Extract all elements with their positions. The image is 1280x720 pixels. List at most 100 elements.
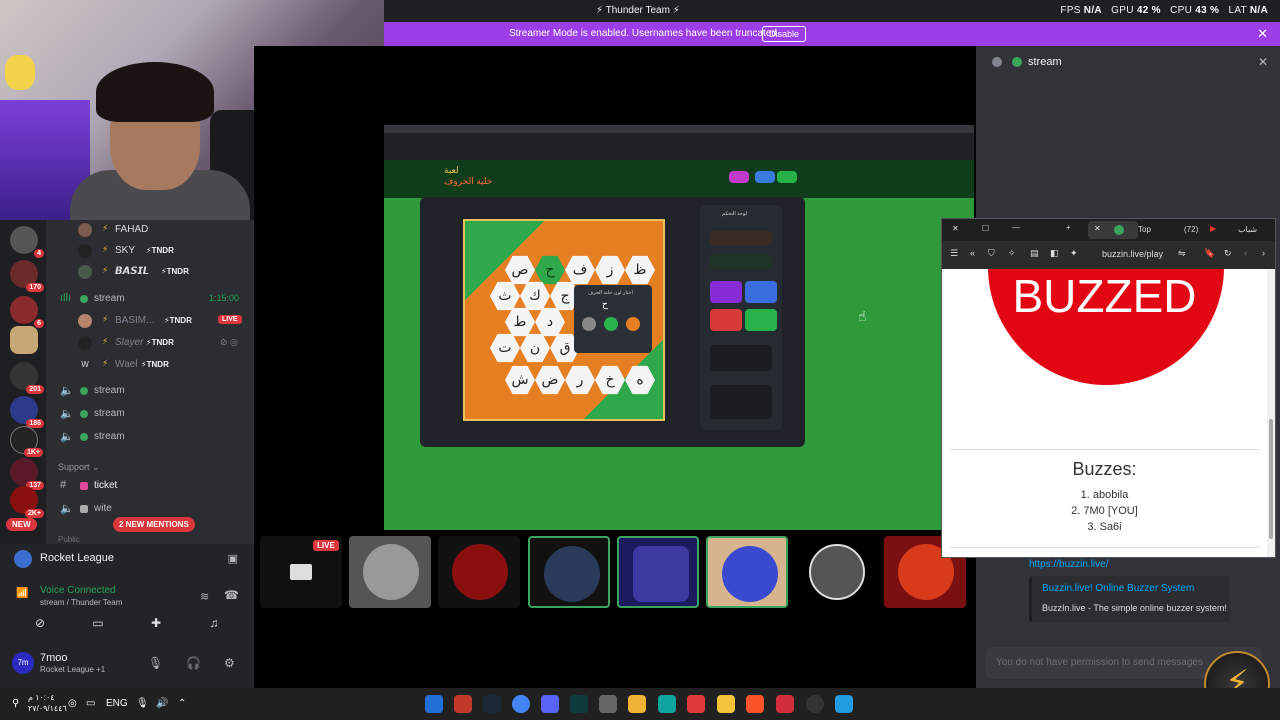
text-channel-ticket[interactable]: # ticket [46, 476, 254, 496]
folder-icon[interactable] [717, 695, 735, 713]
chat-link[interactable]: https://buzzin.live/ [1029, 559, 1108, 570]
voice-channel-stream[interactable]: 🔈 stream [46, 427, 254, 447]
url-field[interactable]: buzzin.live/play [1102, 249, 1163, 259]
tab-count[interactable]: (72) [1184, 225, 1198, 234]
server-icon[interactable] [10, 326, 38, 354]
close-icon[interactable]: ✕ [1257, 26, 1268, 42]
steam-icon[interactable] [483, 695, 501, 713]
terminal-icon[interactable] [570, 695, 588, 713]
youtube-icon[interactable]: ▶ [1210, 224, 1216, 233]
extension-icon[interactable]: ✧ [1008, 248, 1016, 259]
menu-icon[interactable]: ☰ [950, 248, 958, 259]
new-mentions-pill[interactable]: 2 NEW MENTIONS [113, 517, 195, 532]
search-icon[interactable] [806, 695, 824, 713]
close-tab-icon[interactable]: ✕ [1094, 224, 1101, 233]
microphone-icon[interactable]: 🎙 [148, 656, 163, 670]
chevron-up-icon[interactable]: ⌃ [178, 698, 186, 709]
tab-title-arabic[interactable]: شباب [1238, 225, 1257, 234]
avatar[interactable]: 7m [12, 652, 34, 674]
active-tab[interactable]: ✕ [1088, 221, 1138, 239]
sidebar-icon[interactable]: ◧ [1050, 248, 1059, 259]
participant-tile[interactable] [438, 536, 520, 608]
screen-share-icon[interactable]: ▭ [86, 616, 110, 638]
participant-tile[interactable] [349, 536, 431, 608]
server-icon[interactable]: 137 [10, 458, 44, 490]
voice-user[interactable]: ⚡ Slayer ⚡TNDR ⊘ ◎ [46, 333, 254, 353]
participant-tile[interactable] [706, 536, 788, 608]
chat-bubble-icon [992, 57, 1002, 67]
voice-user[interactable]: W ⚡ Wael ⚡TNDR [46, 355, 254, 375]
forward-icon[interactable]: › [1262, 248, 1265, 258]
maximize-icon[interactable]: ☐ [982, 224, 989, 233]
server-icon[interactable]: 201 [10, 362, 44, 394]
server-icon[interactable]: 2K+ [10, 486, 44, 518]
tab-title[interactable]: Top [1138, 225, 1151, 234]
volume-icon[interactable]: 🔊 [156, 698, 168, 709]
settings-icon[interactable]: ⇋ [1178, 248, 1186, 259]
vpn-icon[interactable] [776, 695, 794, 713]
orange-option [626, 317, 640, 331]
activities-icon[interactable]: ✚ [144, 616, 168, 638]
participant-tile[interactable] [795, 536, 877, 608]
scrollbar[interactable] [1267, 269, 1275, 557]
chrome-icon[interactable] [512, 695, 530, 713]
windows-start-icon[interactable] [835, 695, 853, 713]
gear-icon[interactable]: ⚙ [224, 656, 235, 670]
voice-channel-stream-active[interactable]: ıllı stream 1:15:00 [46, 289, 254, 309]
headset-icon[interactable]: ◎ [68, 698, 77, 709]
minimize-icon[interactable]: — [1012, 223, 1020, 232]
server-icon[interactable]: 1K+ [10, 426, 43, 457]
text-channel-wite[interactable]: 🔈 wite [46, 499, 254, 519]
soundboard-icon[interactable]: ♫ [202, 616, 226, 638]
voice-channel-stream[interactable]: 🔈 stream [46, 381, 254, 401]
voice-user[interactable]: ⚡ 𝘽𝘼𝙎𝙄𝙇 ⚡TNDR [46, 262, 254, 282]
network-icon[interactable]: ⚲ [12, 698, 19, 709]
close-icon[interactable]: ✕ [1258, 55, 1268, 69]
server-icon[interactable]: 6 [10, 296, 44, 328]
activity-share-icon[interactable]: ▣ [228, 552, 238, 565]
participant-tile[interactable] [617, 536, 699, 608]
category-support[interactable]: Support ⌄ [58, 462, 100, 473]
disconnect-icon[interactable]: ☎ [224, 588, 239, 602]
new-button[interactable]: NEW [6, 518, 37, 531]
category-public[interactable]: Public [58, 535, 80, 544]
noise-suppression-icon[interactable]: ≋ [200, 590, 209, 603]
back-all-icon[interactable]: « [970, 248, 975, 258]
reload-icon[interactable]: ↻ [1224, 248, 1232, 259]
voice-user[interactable]: ⚡ FAHAD [46, 220, 254, 240]
voice-user[interactable]: ⚡ SKY ⚡TNDR [46, 241, 254, 261]
server-icon[interactable]: 170 [10, 260, 44, 292]
participant-tile[interactable] [528, 536, 610, 608]
clock[interactable]: ١٠:٠٤ م ٢٧/٠٩/١٤٤٦ [28, 692, 67, 714]
camera-off-icon[interactable]: ⊘ [28, 616, 52, 638]
brave-icon[interactable] [746, 695, 764, 713]
display-icon[interactable]: ▭ [86, 698, 95, 709]
headphones-icon[interactable]: 🎧 [186, 656, 201, 670]
media-icon[interactable] [687, 695, 705, 713]
mic-icon[interactable]: 🎙 [136, 698, 149, 709]
obs-icon[interactable] [454, 695, 472, 713]
wallet-icon[interactable]: ▤ [1030, 248, 1039, 259]
scrollbar-thumb[interactable] [1269, 419, 1273, 539]
discord-icon[interactable] [541, 695, 559, 713]
voice-channel-path[interactable]: stream / Thunder Team [40, 598, 122, 607]
app-icon[interactable] [658, 695, 676, 713]
server-icon[interactable]: 186 [10, 396, 44, 428]
voice-channel-stream[interactable]: 🔈 stream [46, 404, 254, 424]
security-app-icon[interactable] [425, 695, 443, 713]
voice-user[interactable]: ⚡ BASIM... ⚡TNDR LIVE [46, 311, 254, 331]
server-icon[interactable]: 4 [10, 226, 44, 258]
disable-button[interactable]: Disable [762, 26, 807, 42]
pen-icon[interactable] [628, 695, 646, 713]
shield-icon[interactable]: ⛉ [988, 248, 995, 259]
language-indicator[interactable]: ENG [106, 698, 128, 709]
new-tab-icon[interactable]: + [1066, 223, 1071, 232]
close-icon[interactable]: ✕ [952, 224, 959, 233]
bookmark-icon[interactable]: 🔖 [1204, 248, 1215, 259]
hex-cell: ت [490, 333, 520, 363]
puzzle-icon[interactable]: ✦ [1070, 248, 1078, 259]
back-icon[interactable]: ‹ [1244, 248, 1247, 258]
username[interactable]: 7moo [40, 652, 68, 664]
embed-title[interactable]: Buzzin.live! Online Buzzer System [1042, 583, 1194, 594]
notes-icon[interactable] [599, 695, 617, 713]
